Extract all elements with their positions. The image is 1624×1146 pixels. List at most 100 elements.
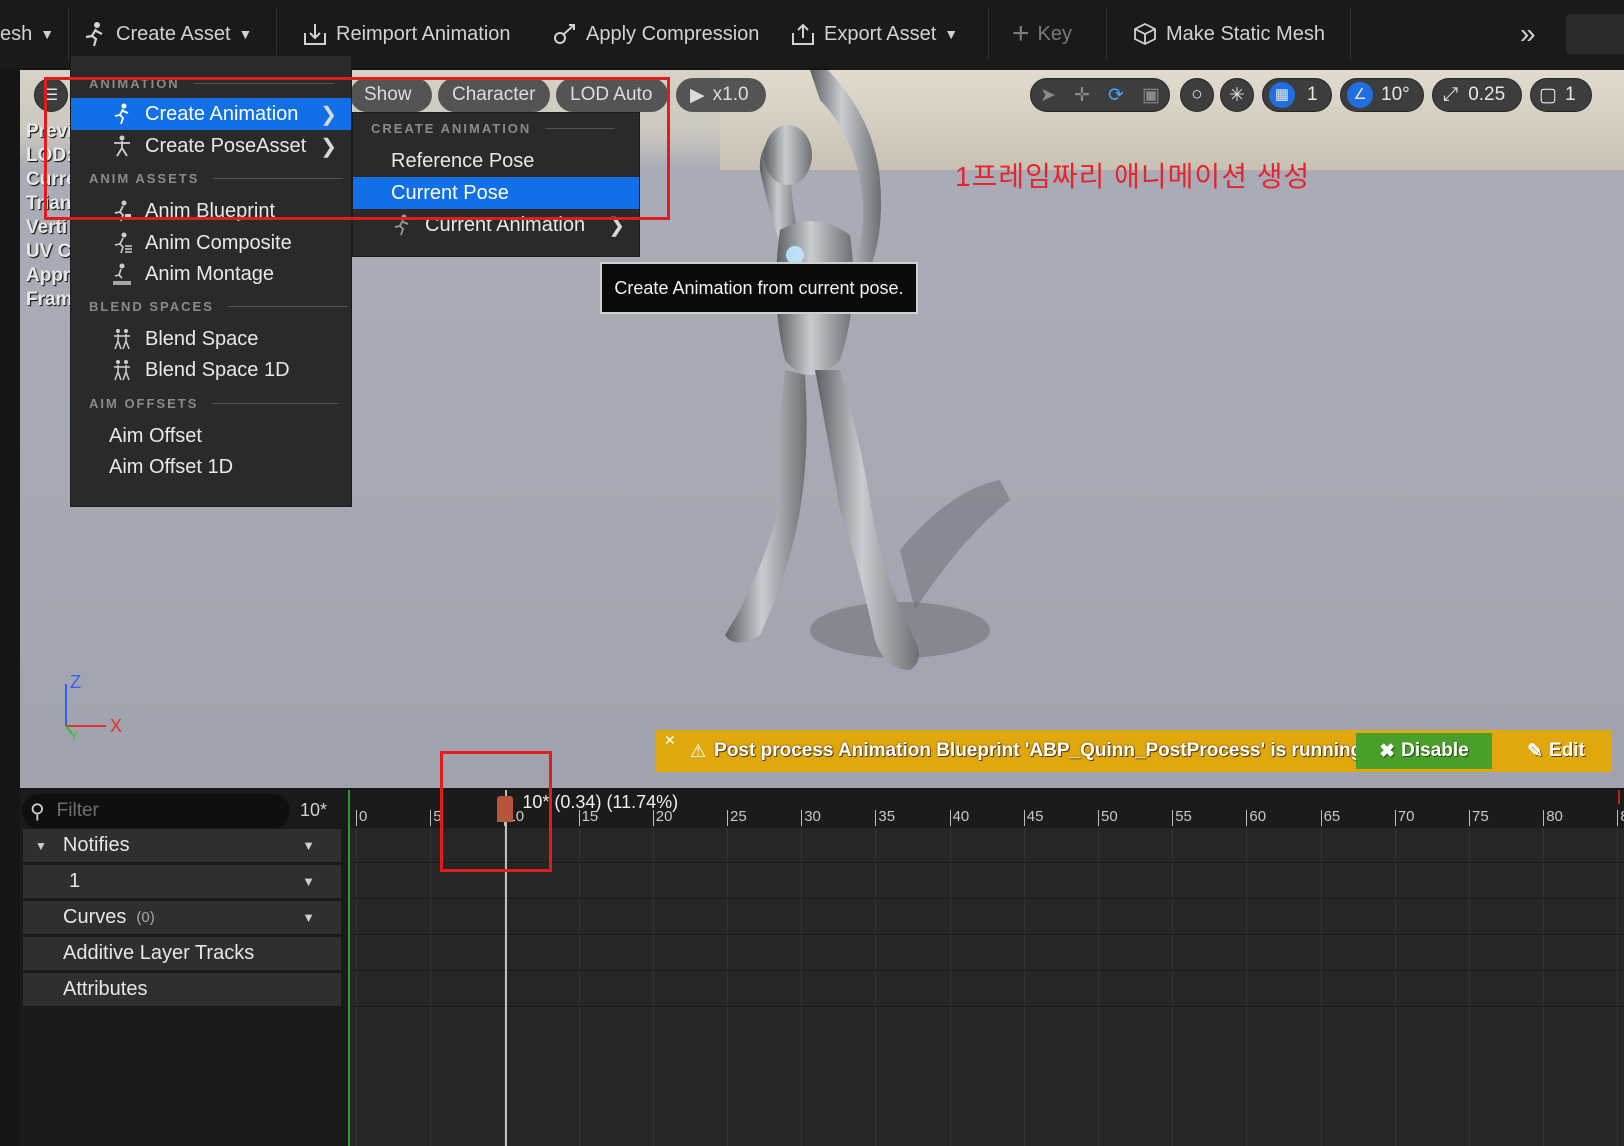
close-x-icon: ✖: [1379, 740, 1396, 762]
track-notifies[interactable]: ▼ Notifies ▼: [23, 829, 341, 862]
menu-item-aim-offset[interactable]: Aim Offset: [71, 420, 351, 452]
pencil-icon: ✎: [1527, 740, 1544, 762]
ruler-tick-label: 0: [359, 808, 368, 825]
scale-icon[interactable]: ▣: [1142, 84, 1160, 107]
toolbar-divider: [68, 8, 69, 60]
edit-button[interactable]: ✎ Edit: [1511, 733, 1601, 769]
ruler-tick-label: 80: [1546, 808, 1563, 825]
filter-input[interactable]: ⚲ Filter: [22, 794, 290, 828]
chevron-down-icon: ▼: [944, 26, 959, 42]
ruler-tick: [801, 810, 803, 826]
camera-speed-button[interactable]: ▢ 1: [1530, 78, 1592, 112]
annotation-text: 1프레임짜리 애니메이션 생성: [955, 161, 1311, 192]
running-figure-icon: [85, 22, 103, 47]
grid-line: [1098, 828, 1099, 1146]
track-attributes[interactable]: Attributes: [23, 973, 341, 1006]
ruler-tick: [1172, 810, 1174, 826]
export-asset-button[interactable]: Export Asset ▼: [790, 14, 958, 54]
overflow-chevrons-icon[interactable]: »: [1520, 14, 1536, 54]
reimport-label: Reimport Animation: [336, 22, 511, 45]
angle-value: 10°: [1381, 84, 1410, 105]
menu-item-aim-offset-1d[interactable]: Aim Offset 1D: [71, 451, 351, 483]
curves-label: Curves: [63, 906, 127, 928]
make-static-mesh-button[interactable]: Make Static Mesh: [1132, 14, 1325, 54]
disable-button[interactable]: ✖ Disable: [1356, 733, 1492, 769]
row-separator: [348, 934, 1624, 935]
menu-item-anim-composite[interactable]: Anim Composite: [71, 227, 351, 259]
grid-line: [652, 828, 654, 1146]
grid-line: [1617, 828, 1619, 1146]
angle-icon: ∠: [1347, 82, 1373, 108]
disable-label: Disable: [1401, 740, 1469, 761]
ruler-tick-label: 35: [878, 808, 896, 825]
move-icon[interactable]: ✛: [1074, 84, 1090, 107]
mesh-tab[interactable]: esh ▼: [0, 14, 54, 54]
frame-counter: 10*: [300, 800, 328, 820]
make-static-mesh-label: Make Static Mesh: [1166, 22, 1325, 45]
grid-value: 1: [1307, 84, 1318, 105]
ruler-tick-label: 50: [1101, 808, 1118, 825]
grid-line: [430, 828, 432, 1146]
ruler-tick: [1543, 810, 1545, 826]
export-icon: [792, 23, 814, 45]
start-marker: [348, 790, 350, 1146]
menu-item-anim-montage[interactable]: Anim Montage: [71, 258, 351, 290]
ruler-tick-label: 45: [1026, 808, 1044, 825]
section-blend-spaces: BLEND SPACES: [89, 299, 348, 314]
grid-line: [1469, 828, 1470, 1146]
notifies-label: Notifies: [62, 834, 130, 856]
warning-text: Post process Animation Blueprint 'ABP_Qu…: [714, 740, 1368, 761]
menu-item-blend-space[interactable]: Blend Space: [71, 323, 351, 355]
select-icon[interactable]: ➤: [1040, 84, 1056, 107]
ruler-tick: [1617, 810, 1619, 826]
rotate-icon[interactable]: ⟳: [1108, 84, 1124, 107]
surface-snap-button[interactable]: ✳: [1220, 78, 1254, 112]
notify-track-label: 1: [69, 870, 81, 892]
toolbar-right-button[interactable]: [1566, 14, 1624, 54]
transform-tools[interactable]: ➤ ✛ ⟳ ▣: [1030, 78, 1170, 112]
plus-icon: +: [1012, 17, 1030, 50]
local-space-button[interactable]: ○: [1180, 78, 1214, 112]
dropdown-icon[interactable]: ▼: [302, 910, 315, 925]
dropdown-icon[interactable]: ▼: [302, 874, 315, 889]
grid-icon: ▦: [1269, 82, 1295, 108]
annotation-highlight-playhead: [440, 751, 552, 872]
annotation-highlight-menu: [44, 77, 670, 220]
reimport-animation-button[interactable]: Reimport Animation: [302, 14, 511, 54]
track-curves[interactable]: Curves (0) ▼: [23, 901, 341, 934]
grid-line: [1023, 828, 1025, 1146]
key-label: Key: [1037, 22, 1072, 45]
angle-snap-button[interactable]: ∠ 10°: [1340, 78, 1424, 112]
ruler-tick: [356, 810, 357, 826]
scale-snap-button[interactable]: ⤢ 0.25: [1432, 78, 1522, 112]
snap-icon: ✳: [1229, 84, 1245, 106]
ruler-tick: [430, 810, 432, 826]
dropdown-icon[interactable]: ▼: [302, 838, 315, 853]
ruler-tick-label: 60: [1249, 808, 1267, 825]
expand-triangle-icon[interactable]: ▼: [35, 839, 47, 853]
track-additive-layer[interactable]: Additive Layer Tracks: [23, 937, 341, 970]
ruler-tick: [1394, 810, 1396, 826]
track-notify-1[interactable]: 1 ▼: [23, 865, 341, 898]
section-aim-offsets: AIM OFFSETS: [89, 396, 339, 411]
ruler-tick: [875, 810, 877, 826]
row-separator: [348, 1006, 1624, 1007]
menu-item-blend-space-1d[interactable]: Blend Space 1D: [71, 354, 351, 386]
close-icon[interactable]: ✕: [664, 732, 676, 749]
toolbar-divider: [1106, 8, 1107, 60]
chevron-down-icon: ▼: [238, 26, 253, 42]
create-asset-button[interactable]: Create Asset ▼: [82, 14, 252, 54]
grid-snap-button[interactable]: ▦ 1: [1262, 78, 1332, 112]
apply-compression-button[interactable]: Apply Compression: [552, 14, 759, 54]
grid-line: [1394, 828, 1396, 1146]
grid-line: [875, 828, 877, 1146]
blend-space-label: Blend Space: [145, 327, 259, 350]
ruler-tick: [1320, 810, 1322, 826]
ruler-tick: [1023, 810, 1025, 826]
reimport-icon: [304, 24, 326, 45]
camera-icon: ▢: [1539, 84, 1557, 106]
grid-line: [949, 828, 951, 1146]
search-icon: ⚲: [30, 800, 45, 823]
key-button[interactable]: + Key: [1012, 14, 1072, 54]
grid-line: [727, 828, 728, 1146]
